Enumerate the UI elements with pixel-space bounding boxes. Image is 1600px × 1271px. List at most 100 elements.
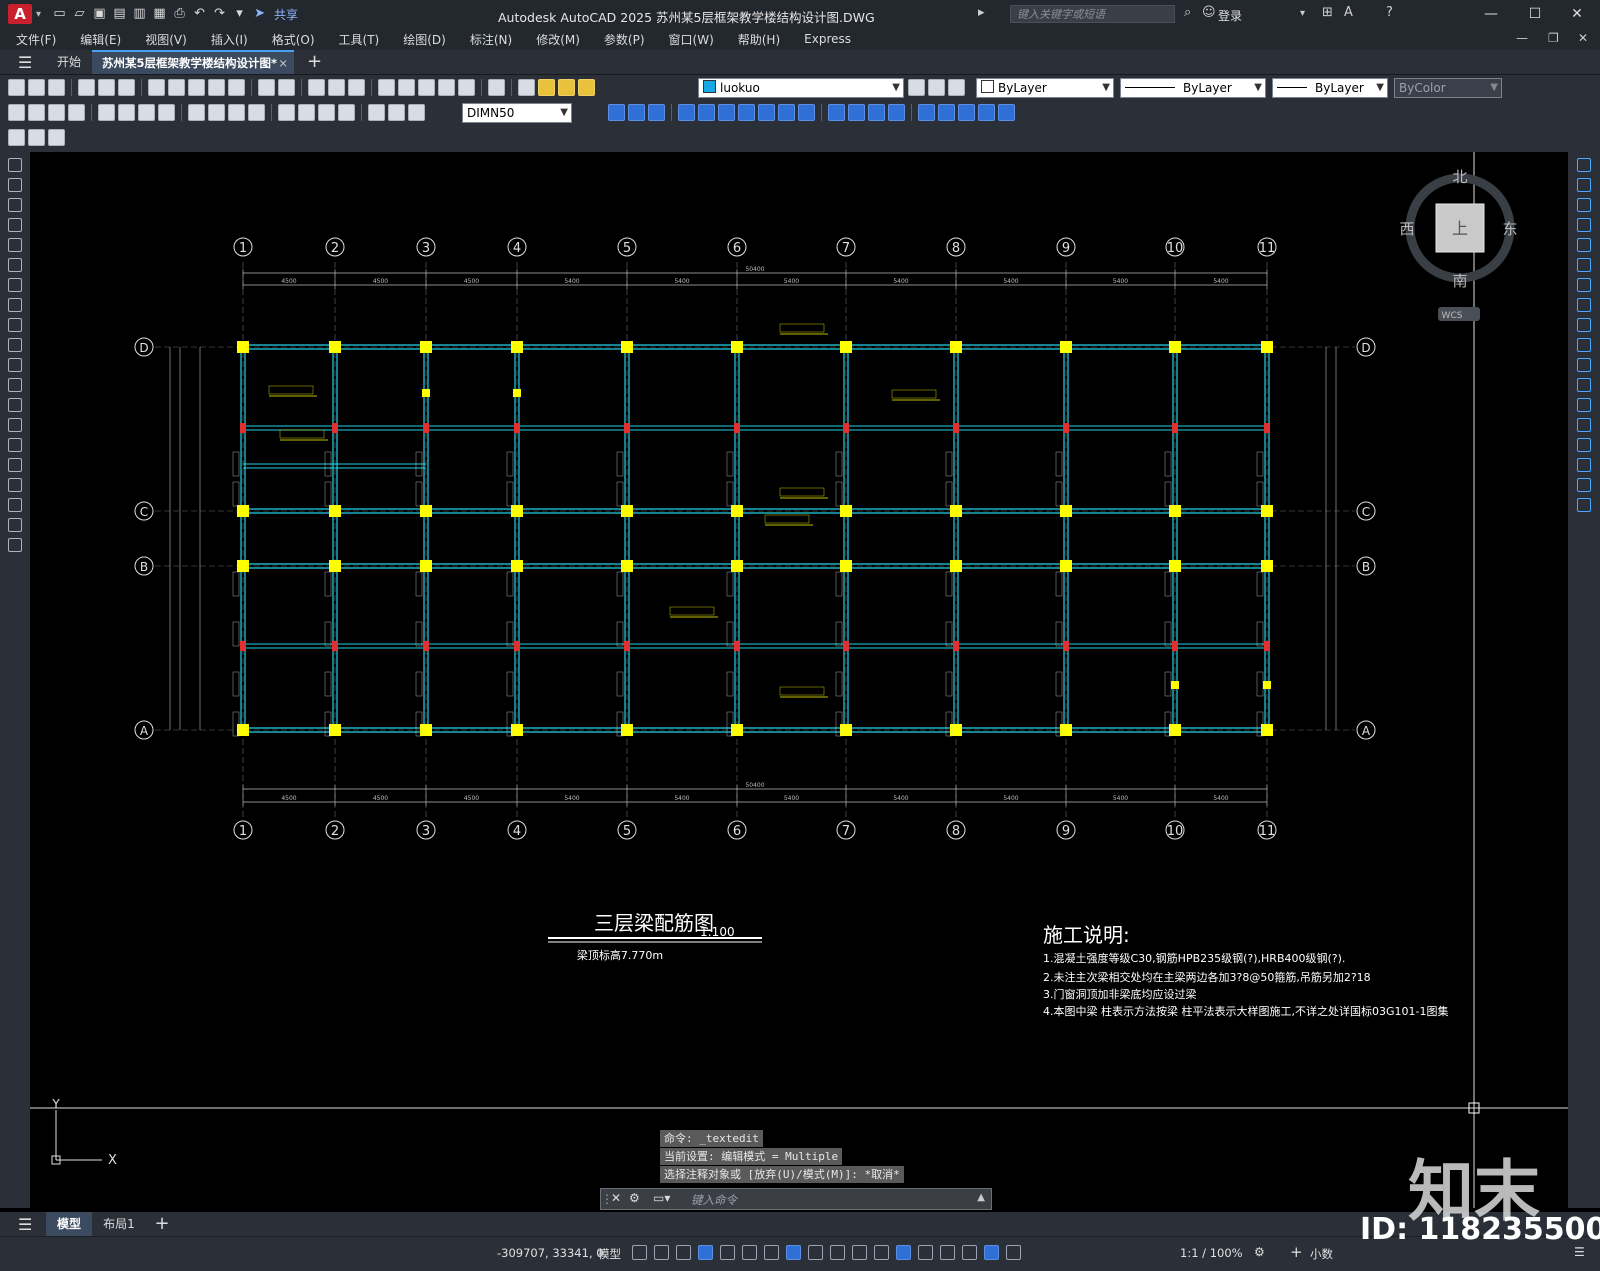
tab-start[interactable]: 开始 — [50, 50, 88, 74]
publish-icon-2[interactable] — [118, 79, 135, 96]
infer-constraints-icon[interactable] — [676, 1245, 691, 1260]
search-icon[interactable]: ⌕ — [1184, 5, 1191, 20]
save-icon-2[interactable] — [48, 79, 65, 96]
jogged-linear-icon[interactable] — [338, 104, 355, 121]
help-icon[interactable]: ? — [1386, 5, 1393, 20]
tool-l-icon[interactable] — [848, 104, 865, 121]
preview-icon[interactable] — [98, 79, 115, 96]
autocad-logo-icon[interactable]: A — [8, 4, 32, 24]
tool-q-icon[interactable] — [958, 104, 975, 121]
tab-model[interactable]: 模型 — [46, 1212, 92, 1236]
mirror-icon[interactable] — [1577, 198, 1591, 212]
dim-update-icon[interactable] — [408, 104, 425, 121]
menu-help[interactable]: 帮助(H) — [738, 31, 780, 48]
arc-icon[interactable] — [8, 258, 22, 272]
close-window-button[interactable]: ✕ — [1560, 3, 1594, 25]
dim-aligned-icon[interactable] — [28, 104, 45, 121]
trim-icon[interactable] — [1577, 338, 1591, 352]
menu-edit[interactable]: 编辑(E) — [80, 31, 121, 48]
drawing-canvas[interactable]: 1 1 2 2 3 3 4 4 5 5 6 6 7 7 8 8 9 9 10 10 11 11 D D C C B B A A 50400… — [30, 152, 1568, 1208]
command-input[interactable]: 键入命令 — [691, 1192, 737, 1208]
menu-window[interactable]: 窗口(W) — [669, 31, 714, 48]
lineweight-icon[interactable] — [830, 1245, 845, 1260]
tool-k-icon[interactable] — [828, 104, 845, 121]
plotstyle-dropdown[interactable]: ByColor ▼ — [1394, 78, 1502, 98]
coordinate-readout[interactable]: -309707, 33341, 0 — [497, 1246, 604, 1260]
search-input[interactable]: 键入关键字或短语 — [1010, 5, 1175, 23]
dim-diameter-icon[interactable] — [138, 104, 155, 121]
cut-icon[interactable] — [148, 79, 165, 96]
selection-cycling-icon[interactable] — [874, 1245, 889, 1260]
menu-draw[interactable]: 绘图(D) — [403, 31, 446, 48]
tool-n-icon[interactable] — [888, 104, 905, 121]
customize-qa-icon[interactable]: ▾ — [231, 6, 248, 22]
open-sheet-icon[interactable]: ▥ — [131, 6, 148, 22]
make-block-icon[interactable] — [8, 398, 22, 412]
share-label[interactable]: 共享 — [274, 6, 298, 23]
lineweight-dropdown[interactable]: ByLayer ▼ — [1272, 78, 1388, 98]
publish-icon[interactable]: ▦ — [151, 6, 168, 22]
layer-props-icon[interactable] — [518, 79, 535, 96]
menu-modify[interactable]: 修改(M) — [536, 31, 580, 48]
tool-palette-icon[interactable] — [418, 79, 435, 96]
user-icon[interactable]: ☺ — [1202, 5, 1216, 20]
tool-e-icon[interactable] — [698, 104, 715, 121]
menu-view[interactable]: 视图(V) — [145, 31, 187, 48]
misc-c-icon[interactable] — [48, 129, 65, 146]
tab-layout1[interactable]: 布局1 — [96, 1212, 142, 1236]
grid-display-icon[interactable] — [632, 1245, 647, 1260]
polyline-icon[interactable] — [8, 198, 22, 212]
layer-lock-icon[interactable] — [578, 79, 595, 96]
sheet-set-icon[interactable] — [438, 79, 455, 96]
region-icon[interactable] — [8, 478, 22, 492]
autodesk-app-icon[interactable]: A — [1344, 5, 1353, 20]
menu-dimension[interactable]: 标注(N) — [470, 31, 512, 48]
linetype-dropdown[interactable]: ByLayer ▼ — [1120, 78, 1266, 98]
calculator-icon[interactable] — [458, 79, 475, 96]
tool-g-icon[interactable] — [738, 104, 755, 121]
open-icon[interactable] — [28, 79, 45, 96]
workspace-gear-icon[interactable]: ⚙ — [1254, 1245, 1265, 1259]
copy-icon[interactable] — [168, 79, 185, 96]
layout-menu-icon[interactable]: ☰ — [18, 1215, 32, 1234]
expand-icon[interactable]: ▸ — [978, 5, 985, 20]
center-mark-icon[interactable] — [298, 104, 315, 121]
menu-format[interactable]: 格式(O) — [272, 31, 315, 48]
print-icon[interactable]: ⎙ — [171, 6, 188, 22]
dim-space-icon[interactable] — [248, 104, 265, 121]
layer-thaw-icon[interactable] — [558, 79, 575, 96]
dim-ordinate-icon[interactable] — [68, 104, 85, 121]
menu-tools[interactable]: 工具(T) — [339, 31, 380, 48]
units-selector[interactable]: 小数 — [1310, 1246, 1333, 1262]
undo-tb-icon[interactable] — [258, 79, 275, 96]
model-space-toggle[interactable]: 模型 — [598, 1246, 621, 1262]
3d-osnap-icon[interactable] — [896, 1245, 911, 1260]
new-icon[interactable] — [8, 79, 25, 96]
maximize-button[interactable]: ☐ — [1518, 3, 1552, 25]
dim-arc-icon[interactable] — [48, 104, 65, 121]
gizmo-icon[interactable] — [962, 1245, 977, 1260]
app-menu-chevron-icon[interactable]: ▾ — [36, 9, 41, 20]
dim-continue-icon[interactable] — [228, 104, 245, 121]
layer-state-icon[interactable] — [948, 79, 965, 96]
blend-icon[interactable] — [1577, 478, 1591, 492]
redo-icon[interactable]: ↷ — [211, 6, 228, 22]
save-icon[interactable]: ▣ — [91, 6, 108, 22]
menu-insert[interactable]: 插入(I) — [211, 31, 248, 48]
minimize-button[interactable]: — — [1474, 3, 1508, 25]
new-tab-icon[interactable]: + — [307, 51, 322, 72]
break-icon[interactable] — [1577, 398, 1591, 412]
tolerance-icon[interactable] — [278, 104, 295, 121]
new-file-icon[interactable]: ▭ — [51, 6, 68, 22]
construction-line-icon[interactable] — [8, 178, 22, 192]
point-icon[interactable] — [8, 418, 22, 432]
table-icon[interactable] — [8, 498, 22, 512]
paste-icon[interactable] — [188, 79, 205, 96]
selection-filter-icon[interactable] — [940, 1245, 955, 1260]
login-link[interactable]: 登录 — [1218, 7, 1242, 24]
fillet-icon[interactable] — [1577, 458, 1591, 472]
tool-m-icon[interactable] — [868, 104, 885, 121]
plot-icon[interactable] — [78, 79, 95, 96]
dynamic-input-icon[interactable] — [698, 1245, 713, 1260]
open-file-icon[interactable]: ▱ — [71, 6, 88, 22]
